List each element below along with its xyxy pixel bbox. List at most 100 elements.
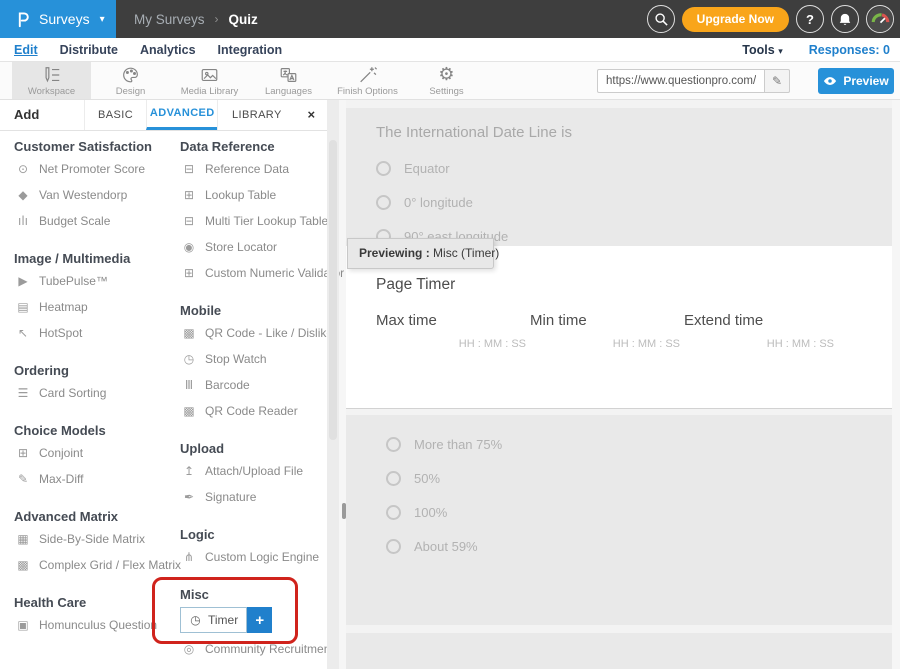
radio-icon[interactable] <box>376 195 391 210</box>
map-pin-icon: ◉ <box>180 240 198 254</box>
sidebar-item-signature[interactable]: ✒Signature <box>180 484 326 510</box>
chevron-down-icon: ▾ <box>778 46 783 56</box>
sidebar-item-reference-data[interactable]: ⊟Reference Data <box>180 156 326 182</box>
matrix-icon: ▦ <box>14 532 32 546</box>
account-avatar[interactable] <box>866 5 894 33</box>
add-timer-button[interactable]: + <box>247 607 272 633</box>
edit-url-button[interactable]: ✎ <box>765 69 790 93</box>
radio-icon[interactable] <box>386 505 401 520</box>
question-title: The International Date Line is <box>376 124 892 141</box>
sidebar-item-attach-upload-file[interactable]: ↥Attach/Upload File <box>180 458 326 484</box>
responses-count[interactable]: Responses: 0 <box>809 43 890 57</box>
preview-button[interactable]: Preview <box>818 68 894 94</box>
video-icon: ▶ <box>14 274 32 288</box>
radio-option[interactable]: 100% <box>386 505 892 520</box>
sidebar-item-homunculus[interactable]: ▣Homunculus Question <box>14 612 166 638</box>
tab-library[interactable]: LIBRARY <box>217 100 296 130</box>
sidebar-item-hotspot[interactable]: ↖HotSpot <box>14 320 166 346</box>
reference-data-icon: ⊟ <box>180 162 198 176</box>
surveys-menu[interactable]: Surveys ▾ <box>0 0 116 38</box>
sidebar-item-lookup-table[interactable]: ⊞Lookup Table <box>180 182 326 208</box>
survey-url-input[interactable] <box>597 69 765 93</box>
search-button[interactable] <box>647 5 675 33</box>
sidebar-item-card-sorting[interactable]: ☰Card Sorting <box>14 380 166 406</box>
radio-option[interactable]: 50% <box>386 471 892 486</box>
search-icon <box>654 12 668 26</box>
sidebar-item-barcode[interactable]: ⅢBarcode <box>180 372 326 398</box>
sidebar-item-store-locator[interactable]: ◉Store Locator <box>180 234 326 260</box>
question-types-column-1: Customer Satisfaction ⊙Net Promoter Scor… <box>14 131 166 638</box>
panels-icon: ⊞ <box>14 446 32 460</box>
sidebar-item-budget-scale[interactable]: ılıBudget Scale <box>14 208 166 234</box>
sidebar-item-stop-watch[interactable]: ◷Stop Watch <box>180 346 326 372</box>
sidebar-item-max-diff[interactable]: ✎Max-Diff <box>14 466 166 492</box>
min-time-field: Min time HH : MM : SS <box>530 312 680 350</box>
price-tag-icon: ◆ <box>14 188 32 202</box>
tools-menu[interactable]: Tools ▾ <box>742 43 782 57</box>
sidebar-item-conjoint[interactable]: ⊞Conjoint <box>14 440 166 466</box>
sidebar-item-side-by-side-matrix[interactable]: ▦Side-By-Side Matrix <box>14 526 166 552</box>
sidebar-item-qr-code-reader[interactable]: ▩QR Code Reader <box>180 398 326 424</box>
section-heading: Customer Satisfaction <box>14 138 166 156</box>
stopwatch-icon: ◷ <box>180 352 198 366</box>
min-time-input[interactable]: HH : MM : SS <box>530 338 680 350</box>
close-panel-button[interactable]: × <box>296 100 327 130</box>
finish-options-tool[interactable]: Finish Options <box>328 62 407 99</box>
radio-option[interactable]: About 59% <box>386 539 892 554</box>
settings-tool[interactable]: ⚙ Settings <box>407 62 486 99</box>
extend-time-input[interactable]: HH : MM : SS <box>684 338 834 350</box>
sidebar-item-complex-grid[interactable]: ▩Complex Grid / Flex Matrix <box>14 552 166 578</box>
upload-icon: ↥ <box>180 464 198 478</box>
breadcrumb-my-surveys[interactable]: My Surveys <box>134 12 205 27</box>
sidebar-item-custom-numeric-validator[interactable]: ⊞Custom Numeric Validator <box>180 260 326 286</box>
workspace-tool[interactable]: Workspace <box>12 62 91 99</box>
radio-icon[interactable] <box>386 471 401 486</box>
sidebar-item-custom-logic-engine[interactable]: ⋔Custom Logic Engine <box>180 544 326 570</box>
max-time-field: Max time HH : MM : SS <box>376 312 526 350</box>
survey-nav: Edit Distribute Analytics Integration To… <box>0 38 900 62</box>
pencil-icon: ✎ <box>772 74 782 88</box>
sidebar-item-heatmap[interactable]: ▤Heatmap <box>14 294 166 320</box>
barcode-icon: Ⅲ <box>180 378 198 392</box>
sidebar-item-multi-tier-lookup[interactable]: ⊟Multi Tier Lookup Table <box>180 208 326 234</box>
section-heading: Mobile <box>180 302 326 320</box>
radio-icon[interactable] <box>386 437 401 452</box>
radio-icon[interactable] <box>386 539 401 554</box>
radio-option[interactable]: More than 75% <box>386 437 892 452</box>
radio-option[interactable]: 0° longitude <box>376 195 892 210</box>
main-scrollbar-thumb[interactable] <box>342 503 346 519</box>
tab-advanced[interactable]: ADVANCED <box>146 100 217 130</box>
nav-integration[interactable]: Integration <box>218 43 283 57</box>
table-icon: ⊞ <box>180 188 198 202</box>
add-question-title: Add Question <box>0 100 84 130</box>
help-button[interactable]: ? <box>796 5 824 33</box>
sidebar-item-qr-like-dislike[interactable]: ▩QR Code - Like / Dislike <box>180 320 326 346</box>
section-heading: Image / Multimedia <box>14 250 166 268</box>
timer-question-button[interactable]: ◷ Timer <box>180 607 247 633</box>
max-time-input[interactable]: HH : MM : SS <box>376 338 526 350</box>
notifications-button[interactable] <box>831 5 859 33</box>
radio-option[interactable]: Equator <box>376 161 892 176</box>
sidebar-scrollbar-track[interactable] <box>327 100 339 669</box>
sidebar-item-tubepulse[interactable]: ▶TubePulse™ <box>14 268 166 294</box>
media-library-tool[interactable]: Media Library <box>170 62 249 99</box>
nav-edit[interactable]: Edit <box>14 43 38 57</box>
question-block-3 <box>346 633 892 669</box>
languages-tool[interactable]: Languages <box>249 62 328 99</box>
tab-basic[interactable]: BASIC <box>84 100 147 130</box>
chevron-down-icon: ▾ <box>100 14 105 25</box>
upgrade-now-button[interactable]: Upgrade Now <box>682 7 789 32</box>
section-heading-misc: Misc <box>180 586 326 604</box>
top-bar: Surveys ▾ My Surveys › Quiz Upgrade Now … <box>0 0 900 38</box>
nav-analytics[interactable]: Analytics <box>140 43 196 57</box>
radio-icon[interactable] <box>376 161 391 176</box>
grid-icon: ▩ <box>14 558 32 572</box>
design-tool[interactable]: Design <box>91 62 170 99</box>
workspace-icon <box>41 65 63 85</box>
sidebar-scrollbar-thumb[interactable] <box>329 140 337 440</box>
sidebar-item-net-promoter-score[interactable]: ⊙Net Promoter Score <box>14 156 166 182</box>
sidebar-item-community-recruitment[interactable]: ◎Community Recruitment <box>180 636 326 662</box>
questionpro-logo <box>15 9 31 29</box>
nav-distribute[interactable]: Distribute <box>60 43 118 57</box>
sidebar-item-van-westendorp[interactable]: ◆Van Westendorp <box>14 182 166 208</box>
